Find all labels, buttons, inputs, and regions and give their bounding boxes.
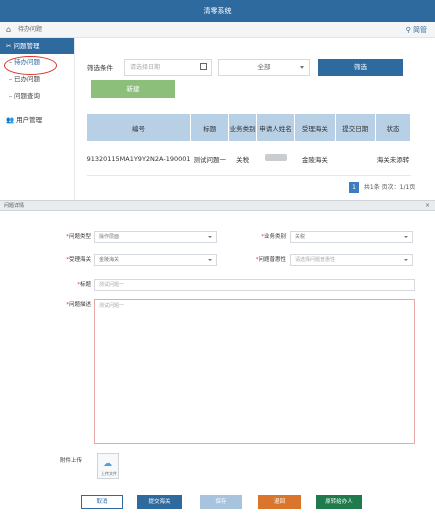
category-select-value: 全部 — [257, 63, 271, 71]
col-header-customs: 受理海关 — [294, 113, 336, 142]
page-summary: 共1条 页次：1/1页 — [363, 184, 416, 191]
sidebar-item-query[interactable]: 问题查询 — [0, 88, 74, 105]
description-label: *问题描述 — [66, 302, 91, 308]
cell-customs: 金陵海关 — [294, 141, 336, 176]
home-icon[interactable]: ⌂ — [6, 25, 15, 34]
general-placeholder: 请选择问题普惠性 — [295, 257, 336, 263]
close-icon[interactable]: × — [425, 201, 430, 211]
save-button[interactable]: 保存 — [200, 495, 242, 509]
category-value: 关税 — [295, 234, 306, 240]
description-textarea[interactable]: 测试问题一 — [94, 299, 415, 444]
upload-label: 附件上传 — [60, 458, 83, 464]
cell-id: 91320115MA1Y9Y2N2A-190001 — [86, 141, 191, 176]
sidebar-item-label: 已办问题 — [14, 75, 40, 83]
upload-caption: 上传文件 — [101, 471, 117, 476]
col-header-status: 状态 — [374, 113, 412, 142]
users-icon: 👥 — [6, 116, 15, 124]
dialog-title: 问题详情 — [4, 203, 25, 209]
assign-button[interactable]: 原转给办人 — [316, 495, 362, 509]
table-row[interactable]: 91320115MA1Y9Y2N2A-190001 测试问题一 关税 金陵海关 … — [86, 141, 411, 176]
title-input[interactable]: 测试问题一 — [94, 279, 415, 291]
category-field[interactable]: 关税 — [290, 231, 413, 243]
cell-applicant — [256, 141, 295, 176]
sidebar-group-label: 用户管理 — [16, 116, 43, 124]
general-label: *问题普惠性 — [255, 257, 286, 263]
submit-to-customs-button[interactable]: 提交海关 — [137, 495, 182, 509]
col-header-title: 标题 — [190, 113, 230, 142]
col-header-date: 提交日期 — [334, 113, 376, 142]
sidebar-group-user-management[interactable]: 👥 用户管理 — [0, 112, 75, 128]
chevron-down-icon — [300, 66, 304, 69]
scissors-icon: ✂ — [6, 42, 12, 50]
upload-button[interactable]: ☁ 上传文件 — [97, 453, 119, 479]
cell-status: 海关未添转 — [375, 141, 411, 176]
customs-select[interactable]: 金陵海关 — [94, 254, 217, 266]
top-subbar: ⌂ 待办问题 ⚲ 简管 — [0, 22, 435, 38]
chevron-down-icon — [208, 259, 212, 261]
user-name: 简管 — [413, 26, 427, 34]
cell-title-link[interactable]: 测试问题一 — [190, 141, 229, 176]
customs-value: 金陵海关 — [99, 257, 120, 263]
chevron-down-icon — [208, 236, 212, 238]
problem-type-select[interactable]: 操作层面 — [94, 231, 217, 243]
problem-table: 编号 标题 业务类别 申请人姓名 受理海关 提交日期 状态 91320115MA… — [85, 113, 412, 176]
new-button[interactable]: 新建 — [91, 80, 175, 98]
pagination: 1 共1条 页次：1/1页 — [349, 182, 415, 194]
user-icon: ⚲ — [405, 26, 411, 34]
cell-category: 关税 — [228, 141, 257, 176]
chevron-down-icon — [404, 236, 408, 238]
page-number-button[interactable]: 1 — [349, 182, 359, 193]
redacted-applicant — [264, 154, 287, 161]
sidebar-item-label: 问题查询 — [14, 92, 40, 100]
col-header-applicant: 申请人姓名 — [255, 113, 296, 142]
col-header-category: 业务类别 — [228, 113, 257, 142]
table-header-row: 编号 标题 业务类别 申请人姓名 受理海关 提交日期 状态 — [85, 113, 412, 142]
date-placeholder: 请选择日期 — [130, 64, 161, 71]
user-menu[interactable]: ⚲ 简管 — [406, 22, 427, 38]
calendar-icon — [200, 63, 207, 70]
breadcrumb: 待办问题 — [18, 26, 43, 33]
cloud-upload-icon: ☁ — [103, 459, 112, 469]
problem-type-value: 操作层面 — [99, 234, 120, 240]
cell-date — [335, 141, 376, 176]
highlight-circle-annotation — [4, 56, 57, 75]
problem-type-label: *问题类型 — [66, 234, 91, 240]
category-label: *业务类别 — [261, 234, 286, 240]
filter-label: 筛选条件 — [87, 64, 113, 72]
col-header-id: 编号 — [85, 113, 192, 142]
general-select[interactable]: 请选择问题普惠性 — [290, 254, 413, 266]
title-label: *标题 — [77, 282, 91, 288]
customs-label: *受理海关 — [66, 257, 91, 263]
date-input[interactable]: 请选择日期 — [124, 59, 212, 76]
app-title: 清零系统 — [203, 7, 232, 15]
return-button[interactable]: 退回 — [258, 495, 301, 509]
app-title-bar: 清零系统 — [0, 0, 435, 22]
category-select[interactable]: 全部 — [218, 59, 310, 76]
sidebar-group-problem-management[interactable]: ✂ 问题管理 — [0, 38, 74, 54]
chevron-down-icon — [404, 259, 408, 261]
sidebar-group-label: 问题管理 — [13, 42, 40, 50]
dialog-title-bar: 问题详情 × — [0, 200, 435, 211]
filter-button[interactable]: 筛选 — [318, 59, 403, 76]
cancel-button[interactable]: 取消 — [81, 495, 123, 509]
